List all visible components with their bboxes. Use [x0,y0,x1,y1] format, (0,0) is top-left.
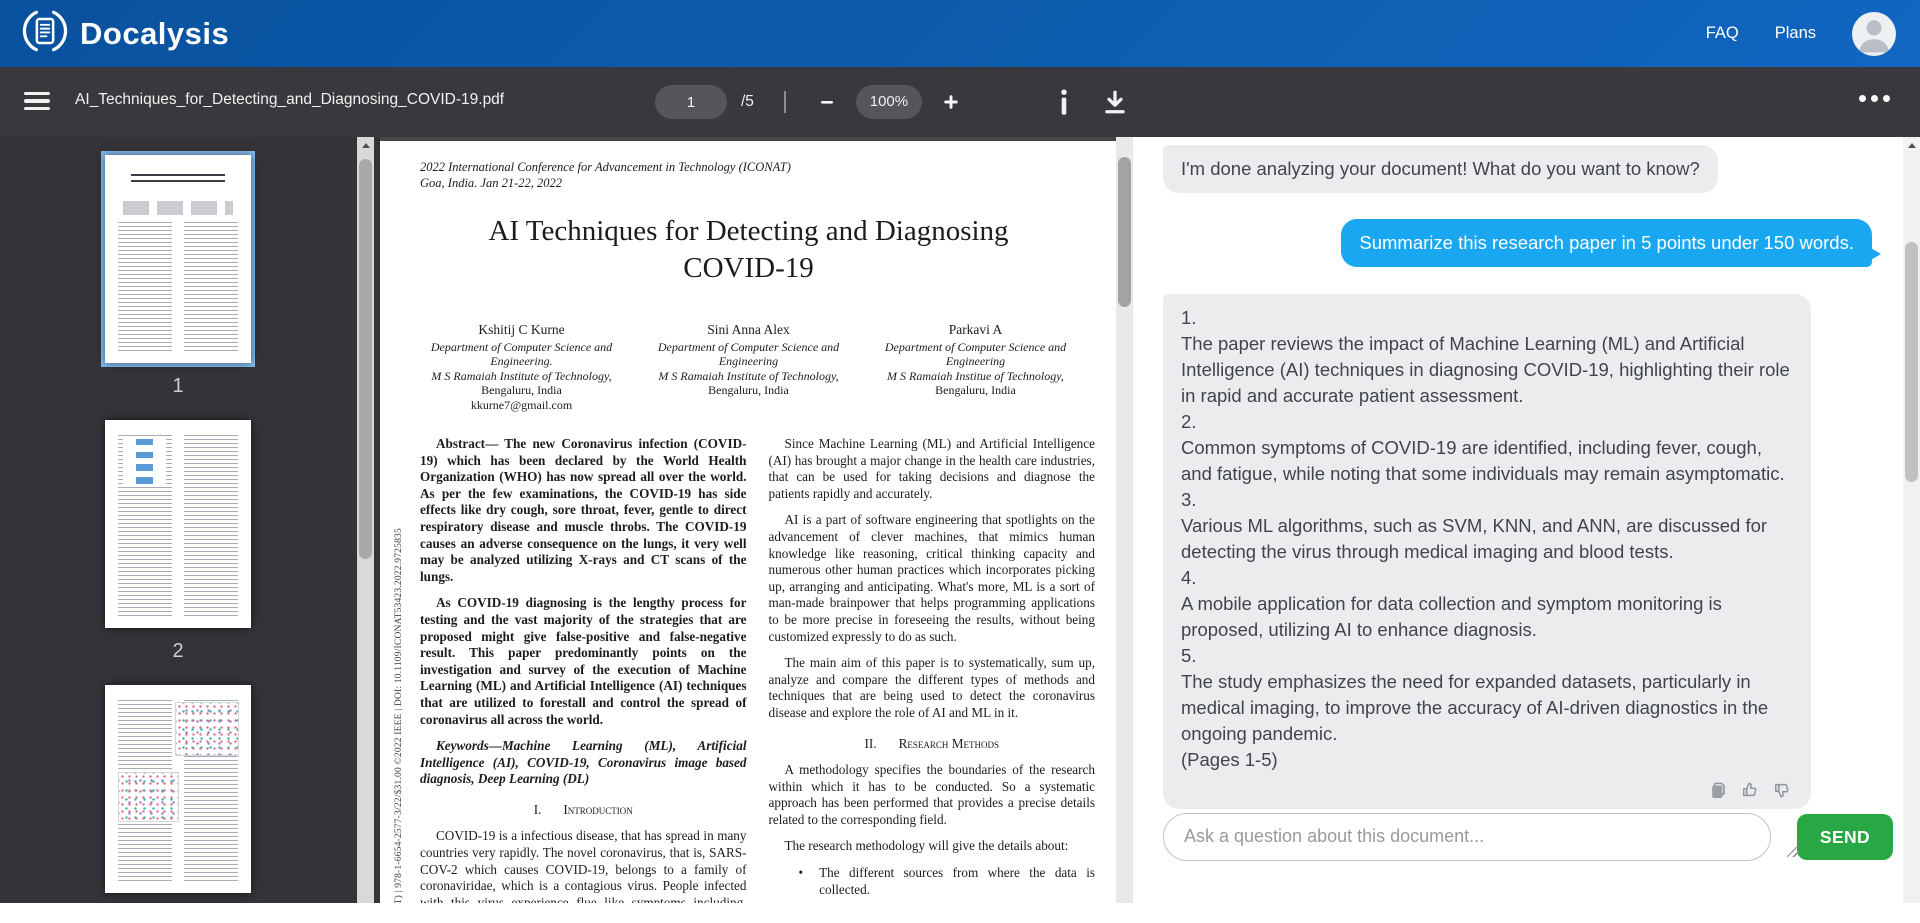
scroll-up-arrow[interactable] [1903,137,1920,154]
thumbs-down-icon[interactable] [1771,779,1793,801]
sidebar-scrollbar[interactable] [357,137,374,903]
section-heading-introduction: I.Introduction [420,802,747,819]
nav-link-plans[interactable]: Plans [1775,24,1816,43]
send-button[interactable]: SEND [1797,814,1893,860]
author-block-3: Parkavi A Department of Computer Science… [862,323,1089,412]
right-paragraph-3: The main aim of this paper is to systema… [769,655,1096,721]
download-icon[interactable] [1102,89,1128,115]
page-count-label: /5 [741,93,754,111]
user-message: Summarize this research paper in 5 point… [1341,219,1872,267]
section-heading-research-methods: II.Research Methods [769,736,1096,753]
thumbnail-page-number: 2 [172,640,183,663]
docalysis-logo-icon [22,8,68,59]
pdf-right-column: Since Machine Learning (ML) and Artifici… [769,436,1096,903]
assistant-message: I'm done analyzing your document! What d… [1163,145,1718,193]
page-thumbnail-3[interactable] [101,681,255,897]
abstract-paragraph-2: As COVID-19 diagnosing is the lengthy pr… [420,595,747,728]
zoom-in-button[interactable] [938,89,964,115]
top-navbar: Docalysis FAQ Plans [0,0,1920,67]
thumbnail-sidebar: 1 2 [0,137,380,903]
nav-link-faq[interactable]: FAQ [1706,24,1739,43]
document-filename: AI_Techniques_for_Detecting_and_Diagnosi… [75,91,504,109]
pdf-left-column: Abstract— The new Coronavirus infection … [420,436,747,903]
bullet-item: The different sources from where the dat… [799,865,1096,898]
chat-panel: I'm done analyzing your document! What d… [1133,137,1920,903]
plus-icon [942,93,960,111]
zoom-level-display[interactable]: 100% [856,85,922,119]
textarea-resize-handle[interactable] [1787,845,1799,857]
document-info-icon[interactable] [1058,89,1070,115]
right-paragraph-2: AI is a part of software engineering tha… [769,512,1096,645]
chat-scrollbar[interactable] [1903,137,1920,903]
scroll-up-arrow[interactable] [357,137,374,154]
chat-question-input[interactable] [1163,813,1771,861]
assistant-summary-message: 1. The paper reviews the impact of Machi… [1163,294,1811,809]
brand-name: Docalysis [80,16,229,52]
copy-icon[interactable] [1707,779,1729,801]
person-icon [1852,12,1896,56]
minus-icon [819,94,835,110]
intro-paragraph-1: COVID-19 is a infectious disease, that h… [420,828,747,903]
page-thumbnail-1[interactable] [101,151,255,367]
conference-header-line2: Goa, India. Jan 21-22, 2022 [420,175,1117,191]
more-options-icon[interactable] [1859,95,1890,102]
conference-header-line1: 2022 International Conference for Advanc… [420,159,1117,175]
author-block-2: Sini Anna Alex Department of Computer Sc… [635,323,862,412]
methods-paragraph-2: The research methodology will give the d… [769,838,1096,855]
zoom-out-button[interactable] [814,89,840,115]
viewer-scrollbar-thumb[interactable] [1118,157,1131,307]
paper-title-line1: AI Techniques for Detecting and Diagnosi… [380,213,1117,250]
abstract-paragraph-1: Abstract— The new Coronavirus infection … [420,436,747,585]
page-number-input[interactable] [655,85,727,119]
keywords: Keywords—Machine Learning (ML), Artifici… [420,738,747,788]
brand[interactable]: Docalysis [22,8,229,59]
chat-scrollbar-thumb[interactable] [1905,242,1918,482]
page-thumbnail-2[interactable] [101,416,255,632]
thumbnail-page-number: 1 [172,375,183,398]
thumbs-up-icon[interactable] [1739,779,1761,801]
paper-title-line2: COVID-19 [380,250,1117,287]
toolbar-divider [784,91,786,113]
right-paragraph-1: Since Machine Learning (ML) and Artifici… [769,436,1096,502]
pdf-toolbar: AI_Techniques_for_Detecting_and_Diagnosi… [0,67,1920,137]
copyright-sidebar-text: 2022 International Conference for Advanc… [394,433,404,903]
viewer-scrollbar[interactable] [1116,137,1133,903]
pdf-viewer: 2022 International Conference for Advanc… [380,137,1133,903]
sidebar-scrollbar-thumb[interactable] [359,159,372,559]
sidebar-toggle-icon[interactable] [24,89,50,113]
pdf-page-1: 2022 International Conference for Advanc… [380,141,1117,903]
author-block-1: Kshitij C Kurne Department of Computer S… [408,323,635,412]
user-avatar[interactable] [1852,12,1896,56]
methods-paragraph-1: A methodology specifies the boundaries o… [769,762,1096,828]
